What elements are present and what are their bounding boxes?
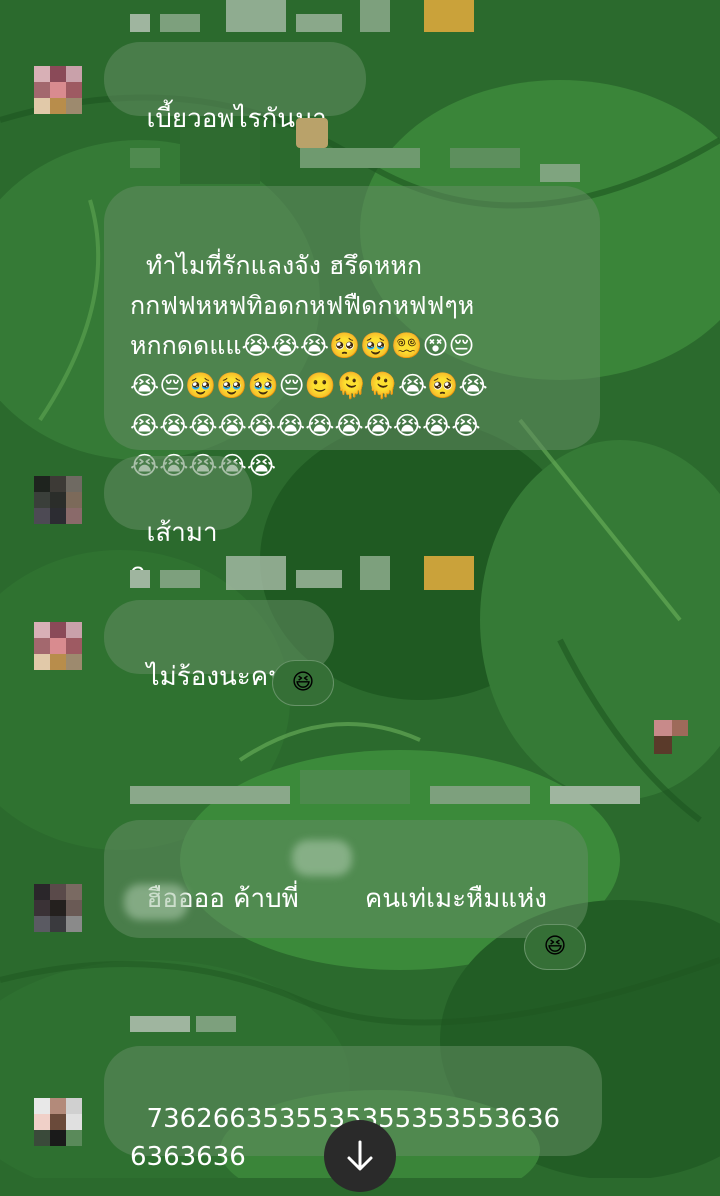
scroll-to-bottom-button[interactable] — [324, 1120, 396, 1192]
avatar[interactable] — [34, 622, 82, 670]
avatar[interactable] — [34, 476, 82, 524]
redacted-text — [292, 840, 352, 876]
sender-name-redacted — [130, 0, 480, 32]
sender-name-redacted — [130, 556, 480, 590]
sticker-thumbnail — [654, 720, 688, 754]
avatar[interactable] — [34, 1098, 82, 1146]
sender-name-redacted — [130, 770, 640, 814]
laughing-emoji: 😆 — [291, 670, 315, 695]
reaction-badge[interactable]: 😆 — [524, 924, 586, 970]
message-bubble[interactable]: เบี้ยวอพไรกันมา — [104, 42, 366, 134]
arrow-down-icon — [347, 1140, 373, 1171]
sender-name-redacted — [130, 1012, 240, 1036]
message-bubble[interactable]: เส้ามาก — [104, 456, 252, 588]
message-bubble[interactable]: ฮืออออ ค้าบพี่ คนเท่เมะหืมแห่ง — [104, 820, 588, 938]
redacted-text — [124, 884, 188, 920]
avatar[interactable] — [34, 66, 82, 114]
message-text: ฮืออออ ค้าบพี่ คนเท่เมะหืมแห่ง — [147, 884, 547, 914]
message-bubble[interactable]: ทำไมที่รักแลงจัง ฮรึดหหก กกฟฟหหฟทิอดกหฟฟ… — [104, 186, 600, 480]
message-text: ทำไมที่รักแลงจัง ฮรึดหหก กกฟฟหหฟทิอดกหฟฟ… — [130, 251, 488, 480]
avatar[interactable] — [34, 884, 82, 932]
sender-name-redacted — [130, 128, 610, 184]
reaction-badge[interactable]: 😆 — [272, 660, 334, 706]
laughing-emoji: 😆 — [543, 934, 567, 959]
